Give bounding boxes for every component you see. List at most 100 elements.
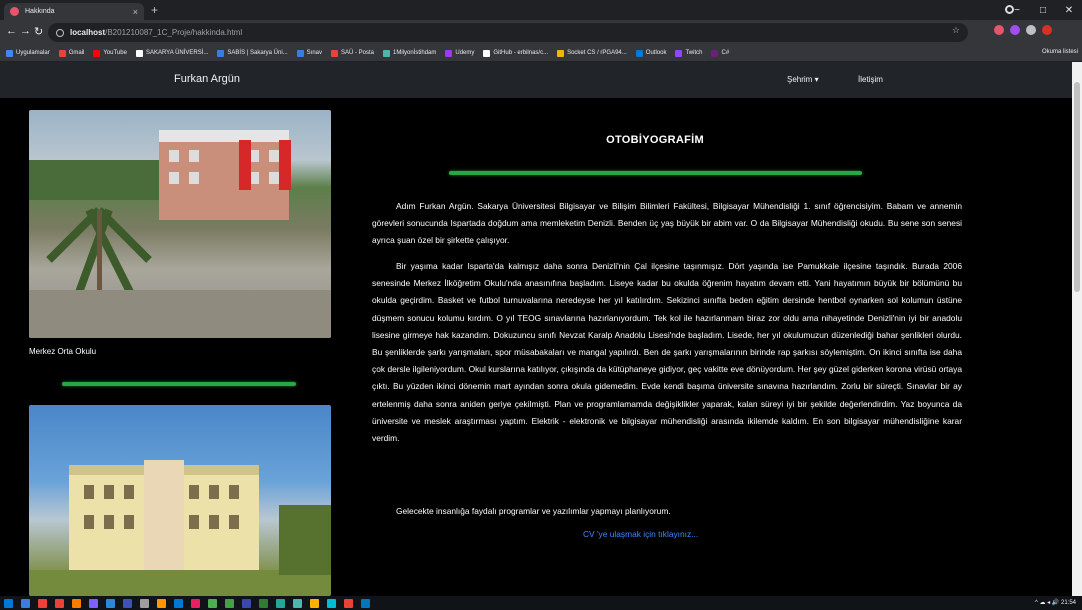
taskbar-app-icon[interactable]	[276, 598, 285, 608]
school-building-photo	[29, 405, 331, 596]
bookmark-label: GitHub - erbilnas/c...	[493, 50, 549, 56]
site-brand[interactable]: Furkan Argün	[174, 73, 240, 85]
bookmark-label: Uygulamalar	[16, 50, 50, 56]
bookmark-item[interactable]: C#	[711, 49, 730, 57]
bookmark-label: SAKARYA ÜNİVERSİ...	[145, 50, 209, 56]
taskbar-app-icon[interactable]	[157, 598, 166, 608]
tab-close-icon[interactable]: ×	[133, 7, 138, 17]
bookmark-item[interactable]: Uygulamalar	[6, 49, 50, 57]
bookmark-item[interactable]: Twitch	[675, 49, 703, 57]
taskbar-app-icon[interactable]	[361, 598, 370, 608]
taskbar-app-icon[interactable]	[106, 598, 115, 608]
bookmark-item[interactable]: SAÜ - Posta	[331, 49, 375, 57]
bookmark-star-icon[interactable]: ☆	[952, 26, 960, 36]
minimize-button[interactable]: −	[1004, 5, 1030, 16]
reload-icon[interactable]: ↻	[34, 25, 43, 38]
info-icon[interactable]	[56, 28, 64, 37]
bookmark-icon	[217, 49, 225, 57]
close-window-button[interactable]: ✕	[1056, 5, 1082, 16]
bio-paragraph: Gelecekte insanlığa faydalı programlar v…	[396, 506, 671, 516]
taskbar-app-icon[interactable]	[89, 598, 98, 608]
bookmarks-bar: Uygulamalar Gmail YouTube SAKARYA ÜNİVERSİ.…	[0, 45, 1082, 62]
bookmark-label: SABİS | Sakarya Üni...	[227, 50, 288, 56]
bio-paragraph: Adım Furkan Argün. Sakarya Üniversitesi …	[372, 201, 962, 246]
bookmark-icon	[58, 49, 66, 57]
bookmark-item[interactable]: YouTube	[93, 49, 127, 57]
extension-icon[interactable]	[1010, 25, 1020, 35]
taskbar-app-icon[interactable]	[4, 598, 13, 608]
bookmark-item[interactable]: Gmail	[58, 49, 85, 57]
taskbar-app-icon[interactable]	[259, 598, 268, 608]
scrollbar-thumb[interactable]	[1074, 82, 1080, 292]
bookmark-icon	[6, 49, 13, 57]
system-tray[interactable]: ^ ☁ ◂ 🔊 21:54	[1035, 599, 1076, 606]
bookmark-item[interactable]: Sınav	[296, 49, 322, 57]
browser-toolbar: ← → ↻ localhost /B201210087_1C_Proje/hak…	[0, 20, 1082, 45]
browser-tab-strip: Hakkında × + − □ ✕	[0, 0, 1082, 20]
site-navbar: Furkan Argün Şehrim ▾ İletişim	[0, 62, 1072, 98]
bio-paragraph: Bir yaşıma kadar Isparta'da kalmışız dah…	[372, 261, 962, 444]
taskbar-app-icon[interactable]	[344, 598, 353, 608]
bookmark-label: YouTube	[103, 50, 127, 56]
window-controls: − □ ✕	[1004, 0, 1082, 20]
bookmark-icon	[483, 49, 491, 57]
bookmark-item[interactable]: SABİS | Sakarya Üni...	[217, 49, 288, 57]
url-host: localhost	[70, 28, 106, 37]
taskbar-app-icon[interactable]	[208, 598, 217, 608]
bookmark-icon	[445, 49, 453, 57]
taskbar-app-icon[interactable]	[293, 598, 302, 608]
taskbar-app-icon[interactable]	[72, 598, 81, 608]
web-page: Furkan Argün Şehrim ▾ İletişim Merkez Or…	[0, 62, 1072, 596]
taskbar-app-icon[interactable]	[327, 598, 336, 608]
photo-caption: Merkez Orta Okulu	[29, 347, 97, 356]
taskbar-app-icon[interactable]	[55, 598, 64, 608]
taskbar-app-icon[interactable]	[38, 598, 47, 608]
taskbar-app-icon[interactable]	[225, 598, 234, 608]
bookmark-label: Twitch	[685, 50, 703, 56]
new-tab-button[interactable]: +	[151, 3, 158, 17]
bookmark-label: Udemy	[455, 50, 475, 56]
puzzle-icon[interactable]	[1026, 25, 1036, 35]
bookmark-item[interactable]: SAKARYA ÜNİVERSİ...	[135, 49, 209, 57]
taskbar-app-icon[interactable]	[21, 598, 30, 608]
bookmark-label: Gmail	[68, 50, 85, 56]
taskbar-app-icon[interactable]	[174, 598, 183, 608]
bookmark-icon	[557, 49, 565, 57]
avatar[interactable]	[1042, 25, 1052, 35]
maximize-button[interactable]: □	[1030, 5, 1056, 16]
bookmark-item[interactable]: GitHub - erbilnas/c...	[483, 49, 549, 57]
bookmark-item[interactable]: 1Milyonİstihdam	[383, 49, 437, 57]
page-scrollbar[interactable]	[1072, 62, 1082, 596]
bookmark-icon	[331, 49, 338, 57]
taskbar-app-icon[interactable]	[140, 598, 149, 608]
bookmark-label: SAÜ - Posta	[341, 50, 375, 56]
bookmark-label: 1Milyonİstihdam	[393, 50, 437, 56]
back-arrow-icon[interactable]: ←	[6, 25, 17, 37]
taskbar-app-icon[interactable]	[191, 598, 200, 608]
bookmark-icon	[711, 49, 719, 57]
bookmark-item[interactable]: Socket CS / rPGA94...	[557, 49, 627, 57]
taskbar-app-icon[interactable]	[310, 598, 319, 608]
url-path: /B201210087_1C_Proje/hakkinda.html	[105, 28, 243, 37]
nav-link-iletisim[interactable]: İletişim	[858, 75, 883, 84]
extension-icon[interactable]	[994, 25, 1004, 35]
forward-arrow-icon[interactable]: →	[20, 25, 31, 37]
bookmark-item[interactable]: Outlook	[635, 49, 667, 57]
nav-link-sehrim-dropdown[interactable]: Şehrim ▾	[787, 75, 819, 84]
taskbar-app-icon[interactable]	[123, 598, 132, 608]
bookmark-item[interactable]: Udemy	[445, 49, 475, 57]
bookmark-icon	[675, 49, 683, 57]
browser-tab[interactable]: Hakkında ×	[4, 3, 144, 20]
cv-link[interactable]: CV 'ye ulaşmak için tıklayınız...	[583, 529, 698, 539]
reading-list-button[interactable]: Okuma listesi	[1042, 49, 1078, 55]
taskbar-app-icon[interactable]	[242, 598, 251, 608]
windows-taskbar: ^ ☁ ◂ 🔊 21:54	[0, 596, 1082, 610]
bookmark-label: Outlook	[645, 50, 667, 56]
bookmark-label: Socket CS / rPGA94...	[567, 50, 627, 56]
heading-divider-bar	[449, 171, 862, 175]
page-heading: OTOBİYOGRAFİM	[606, 134, 704, 146]
bookmark-label: C#	[721, 50, 730, 56]
address-bar[interactable]: localhost /B201210087_1C_Proje/hakkinda.…	[48, 23, 968, 42]
divider-bar	[62, 382, 296, 386]
bookmark-icon	[383, 49, 391, 57]
